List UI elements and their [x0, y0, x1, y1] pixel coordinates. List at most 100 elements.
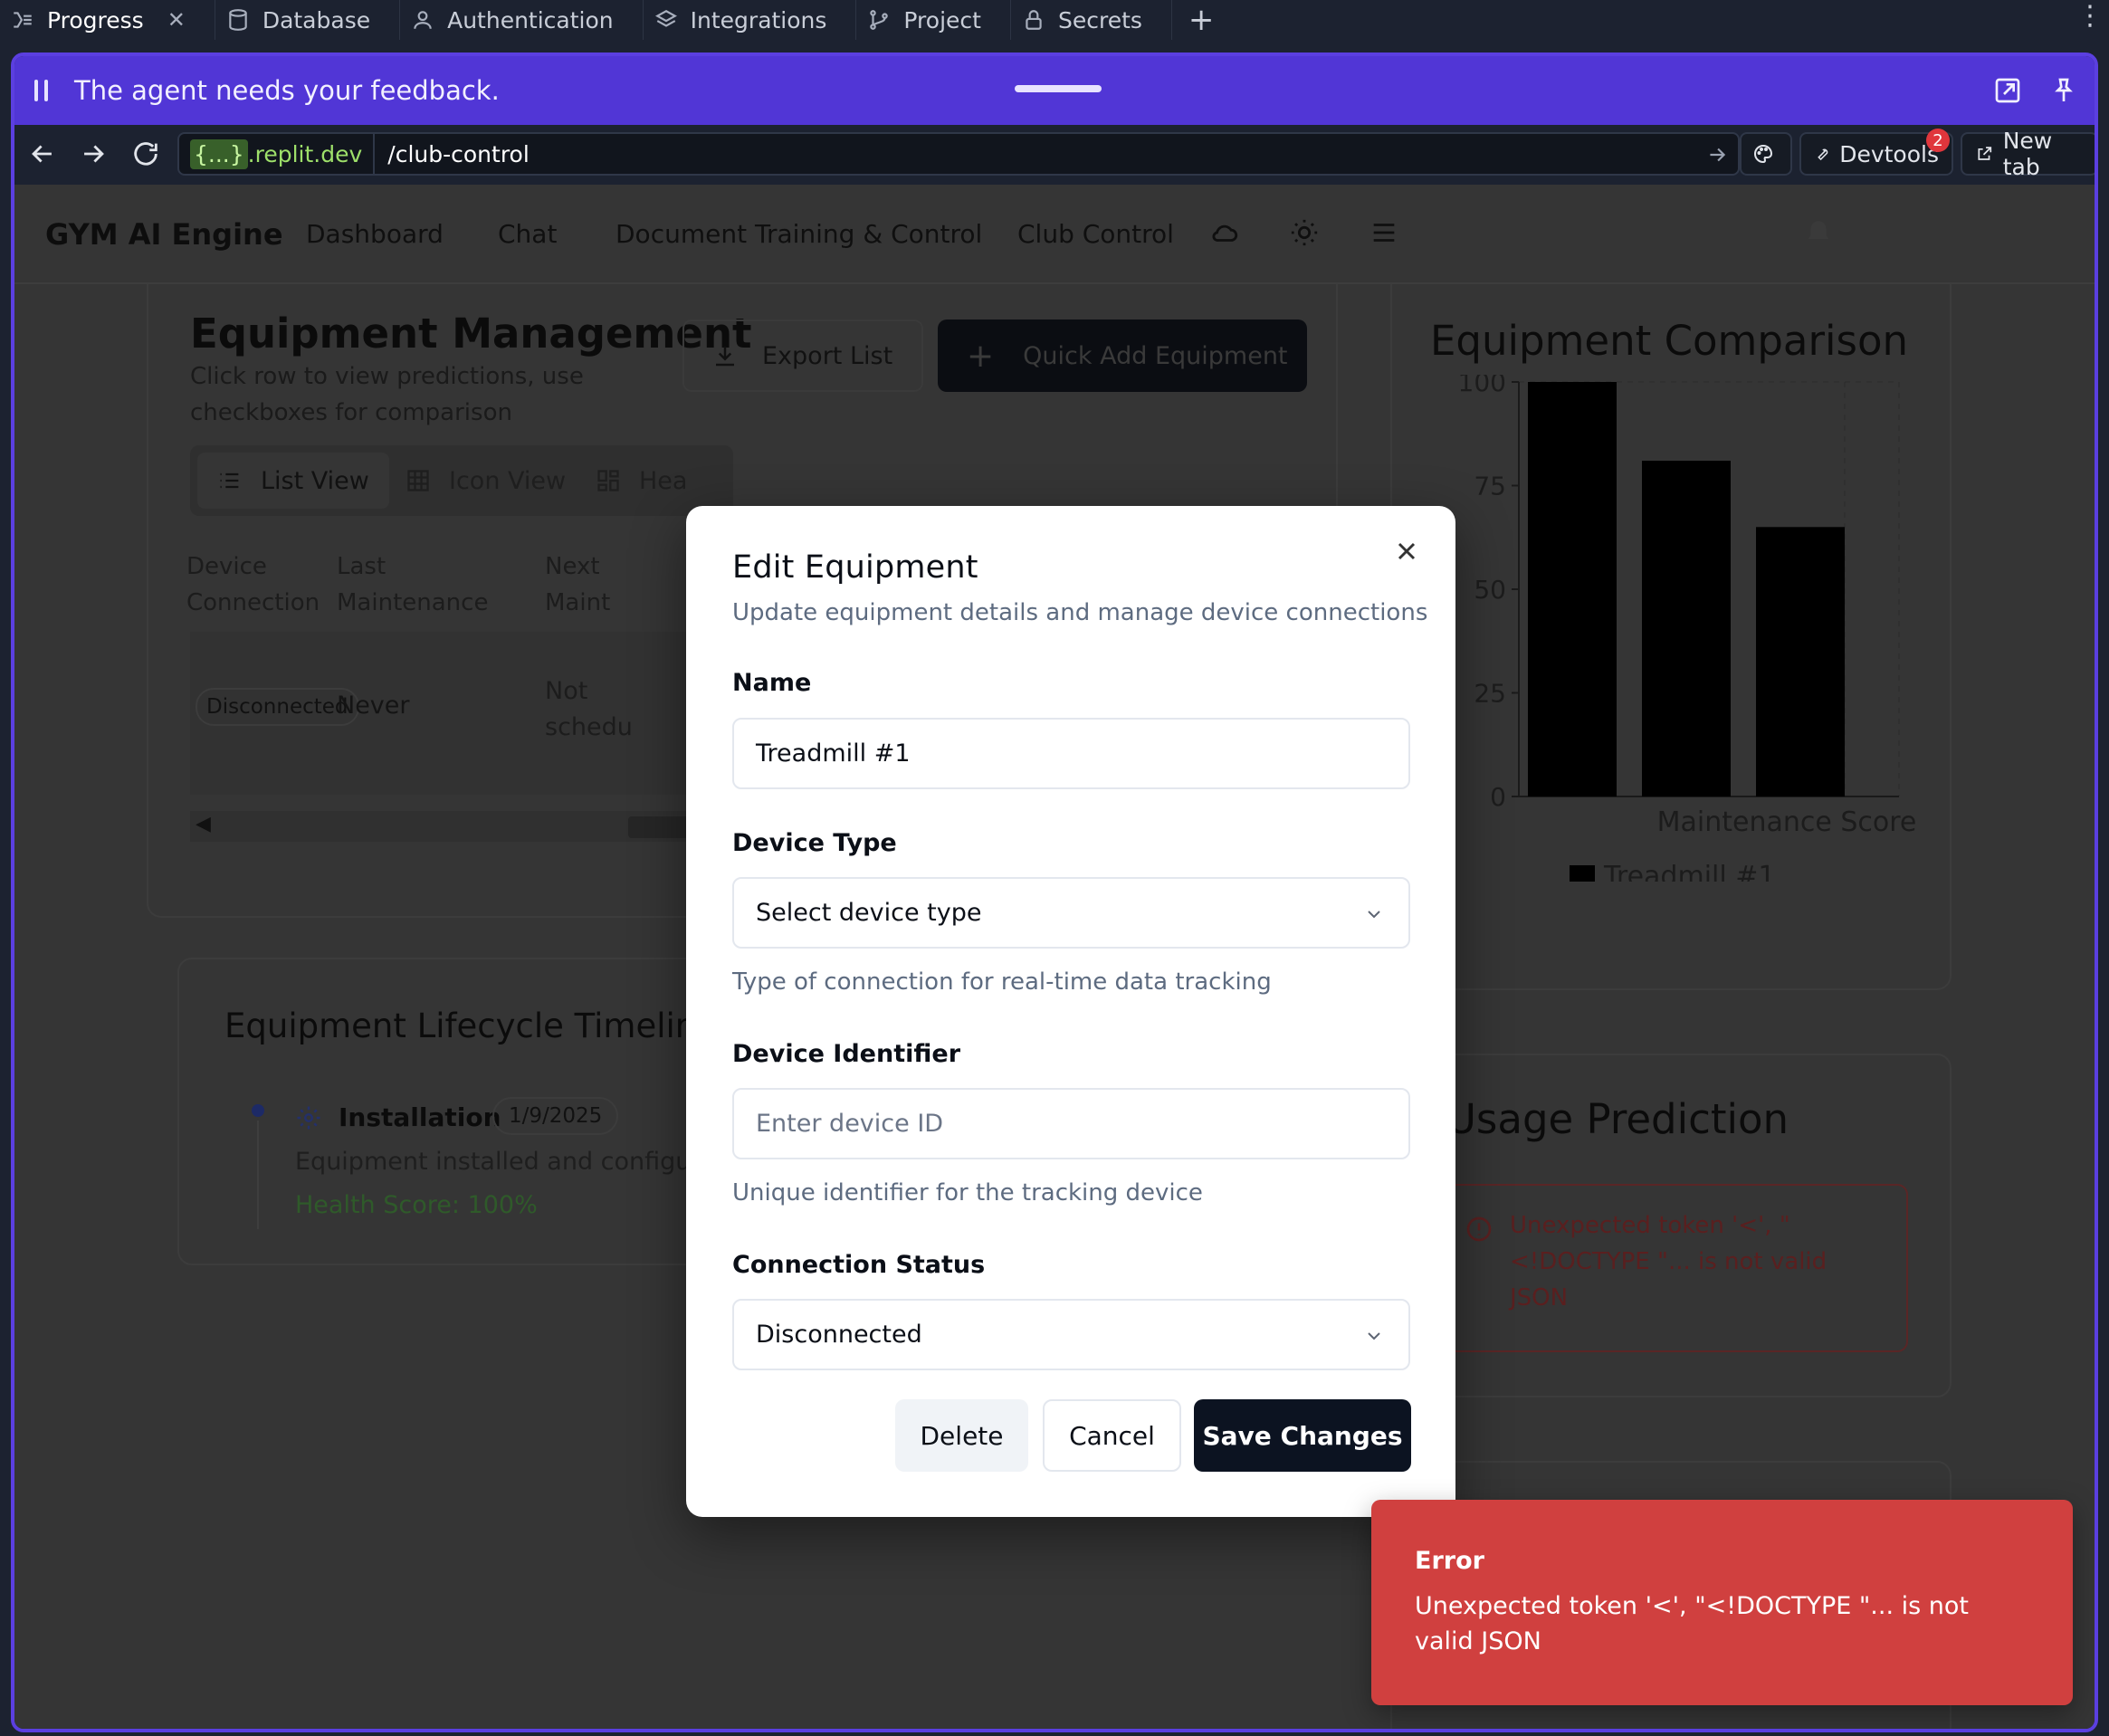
back-arrow-icon[interactable]	[27, 138, 58, 169]
palette-button[interactable]	[1740, 132, 1792, 176]
device-type-select[interactable]: Select device type	[732, 877, 1410, 949]
usage-prediction-card: Usage Prediction Unexpected token '<', "…	[1390, 1054, 1952, 1397]
pin-icon[interactable]	[2049, 76, 2078, 105]
view-switcher: List View Icon View Hea	[190, 445, 733, 516]
save-changes-button[interactable]: Save Changes	[1194, 1399, 1411, 1472]
drag-handle[interactable]	[1015, 85, 1102, 92]
nav-chat[interactable]: Chat	[498, 219, 557, 249]
name-label: Name	[732, 669, 812, 697]
y-tick-label: 0	[1490, 782, 1506, 812]
bar	[1756, 527, 1845, 796]
wrench-icon	[1818, 148, 1828, 161]
horizontal-scrollbar[interactable]: ◀	[190, 811, 733, 842]
menu-icon[interactable]	[1369, 217, 1399, 248]
close-icon[interactable]: ✕	[167, 7, 186, 33]
delete-button[interactable]: Delete	[895, 1399, 1028, 1472]
device-identifier-help: Unique identifier for the tracking devic…	[732, 1179, 1203, 1207]
git-branch-icon	[870, 10, 889, 30]
legend-swatch	[1570, 865, 1595, 882]
go-arrow-icon[interactable]	[1705, 143, 1729, 167]
palette-icon	[1754, 144, 1773, 164]
tab-heatmap-view[interactable]: Hea	[596, 453, 687, 509]
comparison-title: Equipment Comparison	[1430, 317, 1909, 365]
lock-icon	[1026, 10, 1042, 30]
tab-progress[interactable]: Progress ✕	[0, 0, 215, 40]
more-menu-icon[interactable]: ⋮	[2076, 0, 2104, 32]
dashboard-icon	[597, 470, 619, 491]
status-badge: Disconnected	[196, 688, 359, 726]
devtools-count-badge: 2	[1926, 129, 1950, 152]
add-tab-button[interactable]: +	[1188, 2, 1215, 38]
grid-icon	[407, 470, 429, 491]
tab-label: Progress	[47, 6, 144, 33]
last-maintenance-cell: Never	[337, 692, 410, 720]
tab-database[interactable]: Database	[215, 0, 401, 40]
table-header: Device Connection Last Maintenance Next Mai…	[186, 548, 733, 621]
timeline-dot	[252, 1104, 264, 1117]
forward-arrow-icon[interactable]	[78, 138, 109, 169]
tab-integrations[interactable]: Integrations	[644, 0, 857, 40]
scroll-left-icon[interactable]: ◀	[196, 813, 211, 835]
nav-document-training[interactable]: Document Training & Control	[616, 219, 982, 249]
close-icon[interactable]	[1392, 537, 1421, 566]
app-navbar: GYM AI Engine Dashboard Chat Document Tr…	[14, 185, 2095, 284]
ide-tab-bar: Progress ✕ Database Authentication Integ…	[0, 0, 2109, 40]
new-tab-button[interactable]: New tab	[1961, 128, 2095, 180]
y-tick-label: 25	[1474, 679, 1506, 709]
nav-club-control[interactable]: Club Control	[1017, 219, 1174, 249]
connection-status-select[interactable]: Disconnected	[732, 1299, 1410, 1370]
error-toast[interactable]: Error Unexpected token '<', "<!DOCTYPE "…	[1371, 1500, 2073, 1705]
usage-title: Usage Prediction	[1446, 1095, 1789, 1143]
device-type-help: Type of connection for real-time data tr…	[732, 968, 1272, 996]
export-list-button[interactable]: Export List	[682, 320, 923, 392]
agent-banner-message: The agent needs your feedback.	[74, 75, 500, 106]
bar	[1642, 461, 1731, 796]
settings-icon	[297, 1106, 320, 1130]
tab-list-view[interactable]: List View	[197, 453, 389, 509]
column-header: Next Maint	[545, 553, 611, 616]
tab-project[interactable]: Project	[856, 0, 1011, 40]
reload-icon[interactable]	[130, 138, 161, 169]
preview-frame: The agent needs your feedback. {...} .rep…	[11, 52, 2098, 1732]
new-tab-label: New tab	[2002, 128, 2053, 180]
tab-label: Integrations	[690, 6, 827, 33]
timeline-line	[257, 1121, 259, 1229]
comparison-bar-chart: 0 25 50 75 100 Maintenance Score Treadmill #1	[1458, 375, 1917, 882]
tab-secrets[interactable]: Secrets	[1011, 0, 1172, 40]
alert-circle-icon	[1466, 1216, 1492, 1242]
tab-icon-view[interactable]: Icon View	[406, 453, 566, 509]
health-score: Health Score: 100%	[295, 1191, 538, 1219]
devtools-button[interactable]: Devtools 2	[1799, 129, 1953, 176]
connection-status-label: Connection Status	[732, 1251, 986, 1279]
url-bar[interactable]: {...} .replit.dev /club-control	[177, 132, 1740, 176]
pop-out-icon[interactable]	[1993, 76, 2022, 105]
column-header: Device Connection	[186, 553, 320, 616]
tab-label: Database	[262, 6, 371, 33]
cloud-icon[interactable]	[1209, 217, 1240, 248]
cancel-button[interactable]: Cancel	[1043, 1399, 1181, 1472]
device-identifier-input[interactable]: Enter device ID	[732, 1088, 1410, 1159]
agent-feedback-banner: The agent needs your feedback.	[14, 56, 2095, 125]
devtools-label: Devtools	[1839, 140, 1939, 167]
equipment-comparison-card: Equipment Comparison 0 25 50 75 100 Maintenan…	[1390, 284, 1952, 990]
plus-icon: +	[967, 337, 995, 375]
sun-icon[interactable]	[1289, 217, 1320, 248]
name-input[interactable]: Treadmill #1	[732, 718, 1410, 789]
y-tick-label: 75	[1474, 472, 1506, 501]
pause-icon[interactable]	[34, 80, 48, 101]
bell-icon[interactable]	[1803, 217, 1834, 248]
next-maintenance-cell: Not schedu	[545, 677, 633, 741]
timeline-title: Equipment Lifecycle Timeline	[224, 1006, 717, 1045]
nav-dashboard[interactable]: Dashboard	[306, 219, 444, 249]
toast-title: Error	[1415, 1547, 1484, 1575]
quick-add-equipment-button[interactable]: + Quick Add Equipment	[938, 320, 1307, 392]
tab-label: Authentication	[447, 6, 614, 33]
tab-authentication[interactable]: Authentication	[400, 0, 644, 40]
url-host: {...} .replit.dev	[179, 134, 376, 174]
table-row[interactable]: Disconnected Never Not schedu	[190, 632, 733, 795]
url-path: /club-control	[387, 140, 530, 167]
x-tick-label: Maintenance Score	[1657, 806, 1917, 838]
equipment-title: Equipment Management	[190, 310, 752, 358]
edit-equipment-dialog: Edit Equipment Update equipment details …	[686, 506, 1455, 1517]
user-icon	[414, 11, 432, 29]
